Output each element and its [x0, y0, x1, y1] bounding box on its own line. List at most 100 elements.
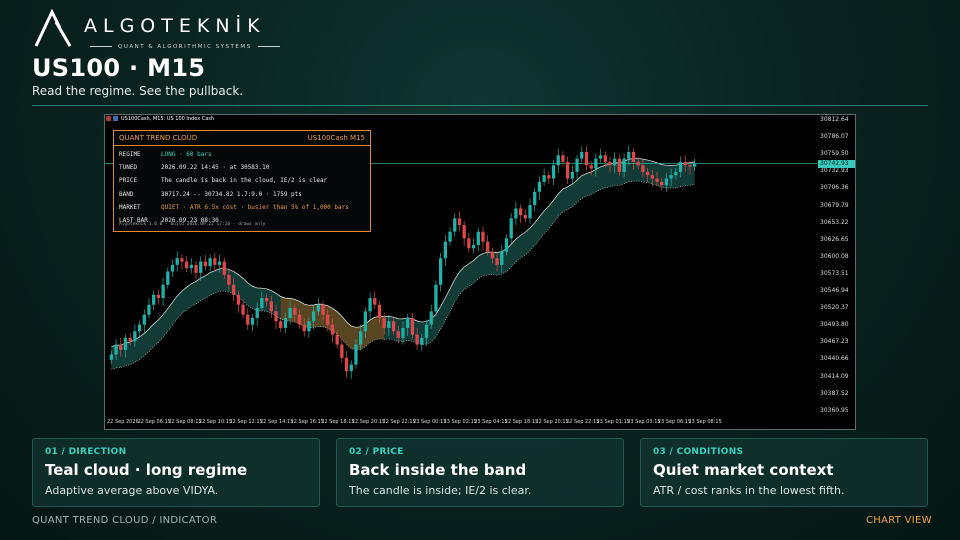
candle-body [377, 304, 382, 319]
candle-body [415, 334, 419, 345]
panel-row: TUNED 2026.09.22 14:45 · at 30583.10 [119, 164, 269, 171]
candle-body [551, 165, 556, 179]
price-tick-label: 30626.65 [820, 235, 849, 243]
candle-body [326, 314, 330, 325]
candle-body [490, 251, 495, 259]
price-tick-label: 30493.80 [820, 321, 849, 329]
time-tick-label: 22 Sep 16:15 [290, 419, 324, 425]
candle-body [184, 261, 189, 269]
candle-body [434, 284, 438, 312]
candle-body [133, 331, 137, 342]
candle-body [613, 158, 617, 166]
candle-body [660, 181, 664, 186]
candle-body [636, 161, 640, 166]
price-tick-label: 30706.36 [820, 184, 849, 192]
window-icon [106, 116, 111, 121]
candle-body [213, 258, 217, 265]
price-tick-label: 30546.94 [820, 287, 849, 294]
panel-row-key: REGIME [119, 151, 141, 158]
candle-body [363, 311, 368, 332]
time-tick-label: 22 Sep 18:15 [321, 419, 355, 425]
panel-row-key: PRICE [119, 177, 138, 185]
candle-body [650, 175, 654, 179]
page-title: US100 · M15 [32, 54, 206, 82]
candle-body [175, 258, 179, 265]
time-tick-label: 22 Sep 18:15 [504, 419, 539, 425]
candle-body [598, 155, 603, 159]
panel-header: QUANT TREND CLOUD US100Cash M15 [114, 131, 370, 146]
candle-body [123, 337, 128, 350]
time-tick-label: 23 Sep 08:15 [688, 419, 722, 425]
candle-body [236, 294, 241, 305]
candle-body [476, 231, 480, 245]
time-tick-label: 23 Sep 02:15 [443, 419, 477, 425]
candle-body [166, 271, 170, 285]
candle-body [678, 161, 683, 172]
panel-symbol: US100Cash M15 [307, 134, 365, 142]
candle-body [688, 165, 692, 167]
candle-body [119, 344, 123, 350]
candle-body [246, 314, 250, 325]
candle-body [537, 181, 542, 192]
candle-body [189, 264, 193, 269]
candle-body [608, 161, 612, 166]
price-tick-label: 30759.50 [820, 150, 849, 158]
candle-body [241, 304, 245, 315]
panel-row-key: BAND [119, 190, 134, 198]
time-tick-label: 23 Sep 01:15 [596, 419, 630, 425]
candle-body [340, 344, 344, 358]
candle-body [561, 155, 565, 162]
chart-view-link[interactable]: CHART VIEW [866, 515, 932, 526]
card-description: The candle is inside; IE/2 is clear. [349, 484, 532, 497]
candle-body [260, 298, 264, 309]
candle-body [438, 258, 443, 285]
candle-body [222, 261, 226, 275]
candle-body [533, 191, 537, 206]
candle-body [401, 327, 405, 338]
candle-body [217, 261, 222, 265]
candle-body [288, 308, 292, 319]
card-direction: 01 / DIRECTION Teal cloud · long regime … [32, 438, 320, 507]
candle-body [523, 215, 527, 219]
logo-mark-icon [34, 8, 72, 47]
candle-body [156, 294, 161, 299]
candle-body [627, 151, 631, 159]
panel-row: MARKET QUIET · ATR 6.5x cost · busier tha… [119, 204, 349, 211]
time-tick-label: 23 Sep 06:15 [657, 419, 692, 425]
candle-body [575, 158, 579, 172]
chart-type-icon [113, 116, 118, 121]
panel-row-key: TUNED [119, 164, 138, 172]
candle-body [170, 264, 175, 272]
candle-body [194, 264, 198, 273]
price-tick-label: 30573.51 [820, 269, 849, 277]
candle-body [410, 318, 415, 335]
candle-body [504, 238, 509, 252]
candle-body [250, 318, 255, 325]
card-description: ATR / cost ranks in the lowest fifth. [653, 484, 845, 497]
candle-body [462, 225, 466, 239]
price-tick-label: 30440.66 [820, 355, 849, 363]
time-tick-label: 22 Sep 08:15 [168, 419, 202, 425]
candle-body [457, 218, 462, 226]
candle-body [396, 331, 400, 338]
candle-body [453, 218, 457, 232]
candle-body [429, 311, 433, 325]
candle-body [617, 158, 622, 172]
candle-body [406, 318, 410, 328]
candle-body [528, 205, 532, 219]
panel-row-value: 30717.24 -- 30734.82 1.7:9.0 · 1759 pts [161, 190, 302, 198]
brand-logo: ALGOTEKNİK QUANT & ALGORITHMIC SYSTEMS [32, 8, 280, 50]
panel-row: PRICE The candle is back in the cloud, IE… [119, 177, 327, 184]
current-price-label: 30742.93 [818, 160, 855, 168]
time-tick-label: 23 Sep 03:15 [627, 419, 661, 425]
candle-body [203, 261, 208, 267]
candle-body [152, 294, 156, 305]
candle-body [674, 171, 678, 176]
time-tick-label: 22 Sep 20:15 [535, 419, 569, 425]
card-number: 02 / PRICE [349, 447, 404, 457]
candle-body [443, 241, 447, 259]
footer-label: QUANT TREND CLOUD / INDICATOR [32, 515, 218, 526]
panel-row-value: 2026.09.22 14:45 · at 30583.10 [161, 164, 270, 172]
candle-body [359, 331, 363, 345]
time-tick-label: 22 Sep 12:15 [229, 419, 263, 425]
